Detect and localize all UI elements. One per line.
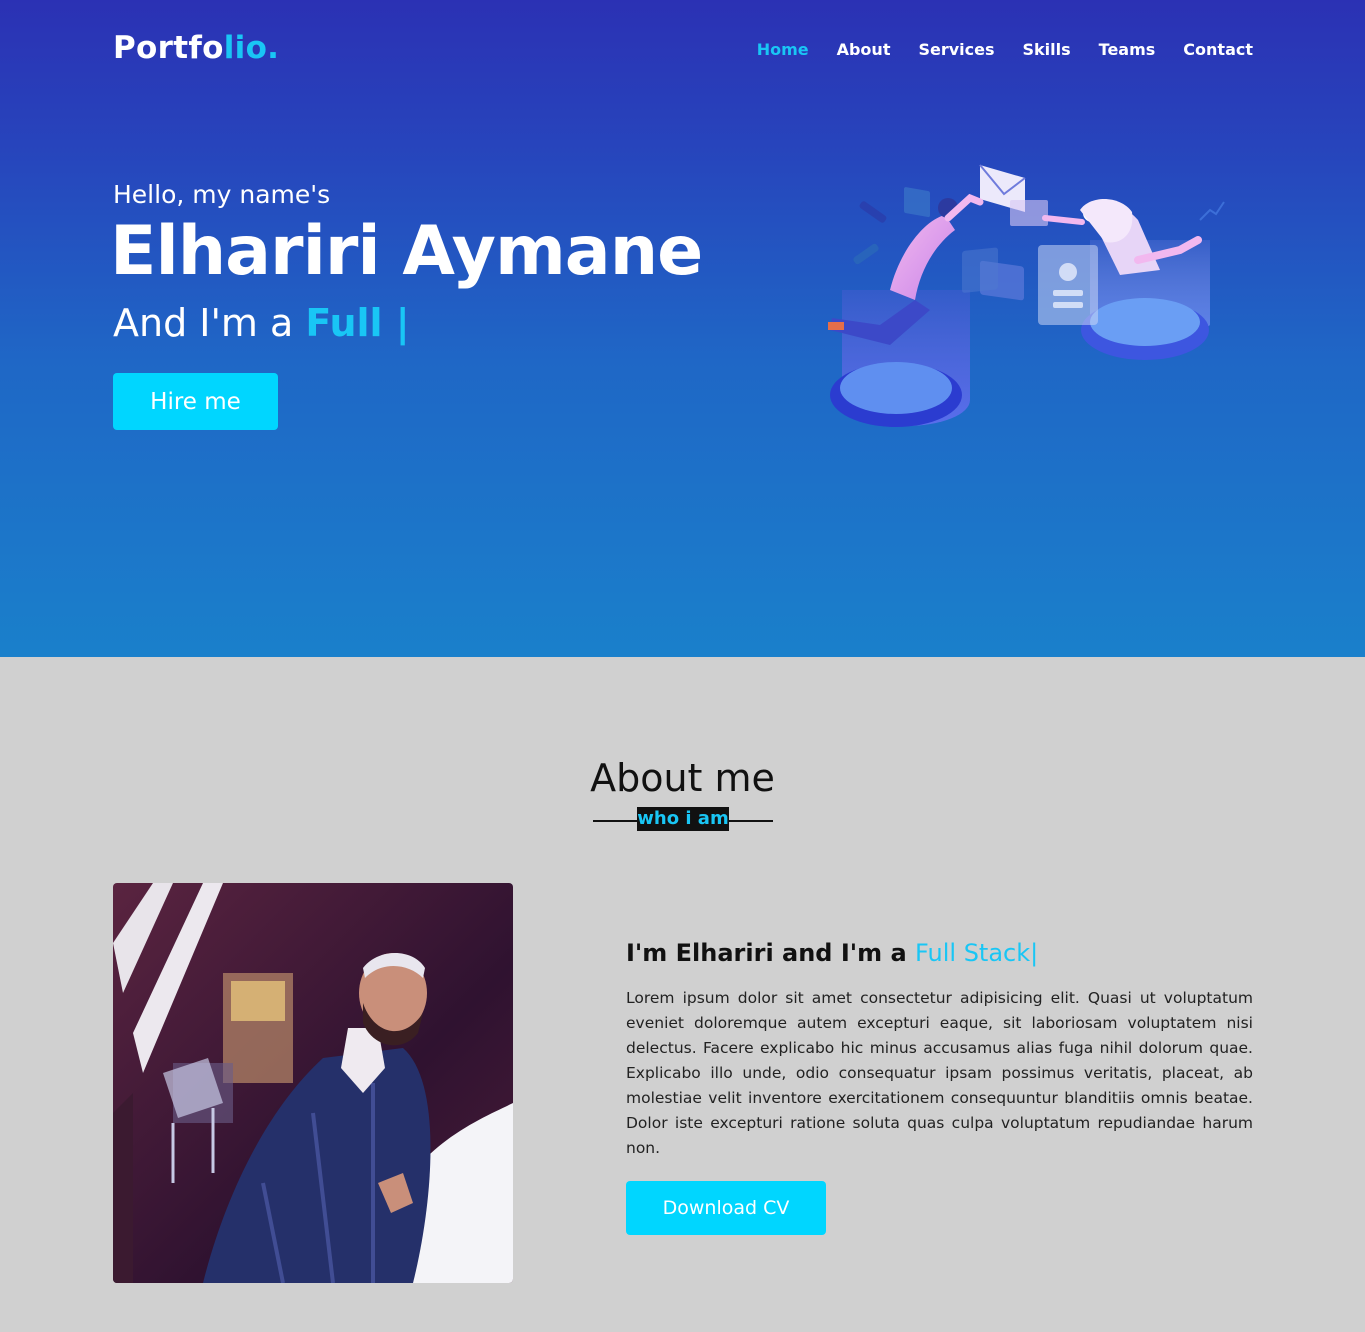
hero-name: Elhariri Aymane xyxy=(110,212,703,291)
hero-role-prefix: And I'm a xyxy=(113,301,306,345)
about-heading: I'm Elhariri and I'm a Full Stack| xyxy=(626,939,1038,967)
hero-section: Portfolio. Home About Services Skills Te… xyxy=(0,0,1365,657)
nav-item-about[interactable]: About xyxy=(837,40,891,59)
about-paragraph: Lorem ipsum dolor sit amet consectetur a… xyxy=(626,989,1253,1157)
main-nav: Home About Services Skills Teams Contact xyxy=(729,40,1253,59)
download-cv-button[interactable]: Download CV xyxy=(626,1181,826,1235)
nav-item-contact[interactable]: Contact xyxy=(1183,40,1253,59)
nav-item-teams[interactable]: Teams xyxy=(1099,40,1156,59)
brand-logo-accent: lio. xyxy=(223,30,280,66)
team-collaboration-illustration xyxy=(828,164,1225,427)
profile-photo xyxy=(113,883,513,1283)
nav-item-skills[interactable]: Skills xyxy=(1023,40,1071,59)
brand-logo-main: Portfo xyxy=(113,30,224,66)
about-subtitle: who i am xyxy=(637,807,729,831)
brand-logo[interactable]: Portfolio. xyxy=(113,30,279,66)
hero-role: And I'm a Full | xyxy=(113,301,410,345)
hire-me-button[interactable]: Hire me xyxy=(113,373,278,430)
about-heading-prefix: I'm Elhariri and I'm a xyxy=(626,939,916,967)
nav-item-services[interactable]: Services xyxy=(918,40,994,59)
nav-item-home[interactable]: Home xyxy=(757,40,809,59)
about-heading-typed: Full Stack| xyxy=(915,939,1039,967)
hero-greeting: Hello, my name's xyxy=(113,180,331,209)
hero-role-typed: Full | xyxy=(305,301,410,345)
about-section-title: About me xyxy=(590,756,775,800)
